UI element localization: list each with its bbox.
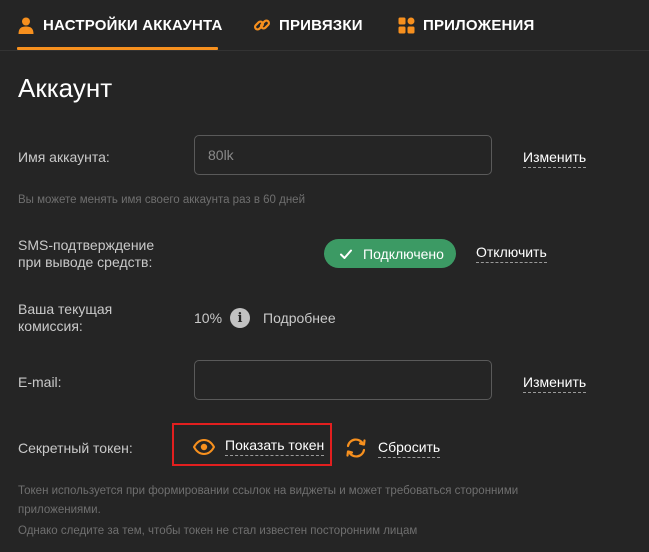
email-label: E-mail: <box>18 374 62 390</box>
commission-label-line2: комиссия: <box>18 318 83 334</box>
check-icon <box>339 247 353 261</box>
show-token-button[interactable]: Показать токен <box>193 437 325 456</box>
change-email-link[interactable]: Изменить <box>523 374 587 393</box>
token-hint: Токен используется при формировании ссыл… <box>18 482 518 541</box>
tab-label: ПРИВЯЗКИ <box>279 16 363 34</box>
token-hint-line2: приложениями. <box>18 504 101 516</box>
reset-token-label[interactable]: Сбросить <box>378 439 441 458</box>
tab-bar: НАСТРОЙКИ АККАУНТА ПРИВЯЗКИ ПРИЛОЖЕНИЯ <box>0 0 649 50</box>
change-account-name-link[interactable]: Изменить <box>523 149 587 168</box>
disable-sms-link[interactable]: Отключить <box>476 244 547 263</box>
tab-divider <box>0 50 649 51</box>
page-title: Аккаунт <box>18 73 113 103</box>
sms-label-line1: SMS-подтверждение <box>18 237 155 253</box>
info-icon[interactable]: i <box>230 308 250 328</box>
account-name-input[interactable] <box>194 135 492 175</box>
token-hint-line1: Токен используется при формировании ссыл… <box>18 485 519 497</box>
apps-grid-icon <box>397 16 415 34</box>
tab-apps[interactable]: ПРИЛОЖЕНИЯ <box>397 0 535 50</box>
commission-label-line1: Ваша текущая <box>18 301 113 317</box>
email-input[interactable] <box>194 360 492 400</box>
link-icon <box>253 16 271 34</box>
tab-bindings[interactable]: ПРИВЯЗКИ <box>253 0 363 50</box>
sms-label: SMS-подтверждение при выводе средств: <box>18 237 154 271</box>
sms-status-text: Подключено <box>363 245 444 262</box>
refresh-icon <box>344 437 368 459</box>
tab-label: ПРИЛОЖЕНИЯ <box>423 16 535 34</box>
tab-label: НАСТРОЙКИ АККАУНТА <box>43 16 223 34</box>
account-name-hint: Вы можете менять имя своего аккаунта раз… <box>18 194 305 206</box>
account-name-label: Имя аккаунта: <box>18 149 110 165</box>
eye-icon <box>193 438 215 455</box>
commission-label: Ваша текущая комиссия: <box>18 301 112 335</box>
commission-value: 10% <box>194 310 223 326</box>
token-label: Секретный токен: <box>18 440 133 456</box>
commission-more-link[interactable]: Подробнее <box>263 310 336 326</box>
show-token-label[interactable]: Показать токен <box>225 437 325 456</box>
sms-label-line2: при выводе средств: <box>18 254 153 270</box>
sms-status-badge: Подключено <box>324 239 456 268</box>
token-hint-line3: Однако следите за тем, чтобы токен не ст… <box>18 525 418 537</box>
reset-token-button[interactable]: Сбросить <box>344 437 441 459</box>
user-icon <box>17 16 35 34</box>
tab-account-settings[interactable]: НАСТРОЙКИ АККАУНТА <box>17 0 223 50</box>
